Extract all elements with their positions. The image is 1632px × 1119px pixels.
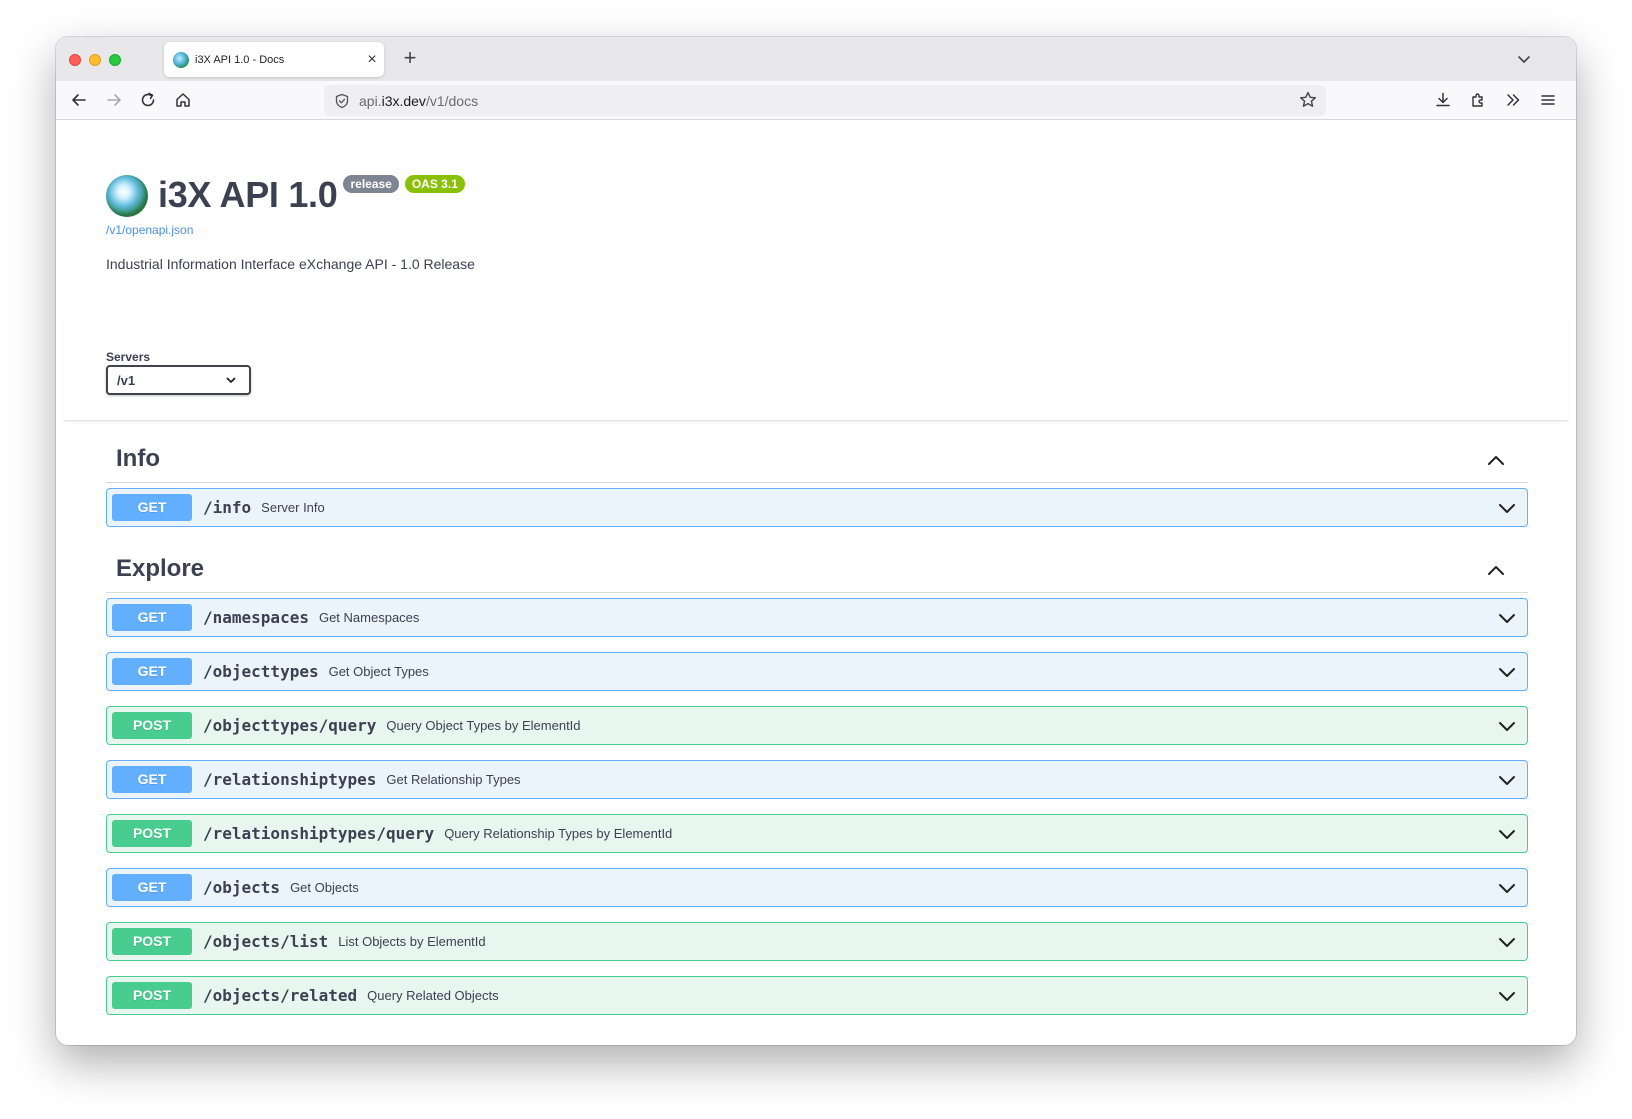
- operation-get-info[interactable]: GET /info Server Info: [106, 488, 1528, 527]
- api-info-header: i3X API 1.0 release OAS 3.1: [106, 173, 465, 217]
- chevron-up-icon[interactable]: [1486, 561, 1506, 581]
- minimize-window-button[interactable]: [89, 54, 101, 66]
- operation-summary: Get Objects: [290, 880, 359, 895]
- oas-badge: OAS 3.1: [404, 175, 465, 193]
- tab-strip: i3X API 1.0 - Docs × +: [56, 37, 1576, 81]
- api-title: i3X API 1.0: [158, 174, 338, 215]
- version-badge: release: [343, 175, 399, 193]
- chevron-down-icon[interactable]: [1497, 770, 1517, 790]
- address-bar[interactable]: api.i3x.dev/v1/docs: [324, 85, 1326, 116]
- method-badge: POST: [112, 928, 192, 955]
- browser-window: i3X API 1.0 - Docs × + api.i3x.dev/v1/do…: [56, 37, 1576, 1045]
- browser-tab-active[interactable]: i3X API 1.0 - Docs ×: [164, 42, 384, 77]
- url-path: /v1/docs: [425, 92, 479, 109]
- navigation-toolbar: api.i3x.dev/v1/docs: [56, 81, 1576, 120]
- openapi-spec-link[interactable]: /v1/openapi.json: [106, 223, 193, 237]
- section-header-explore[interactable]: Explore: [106, 547, 1528, 593]
- operation-get-objecttypes[interactable]: GET /objecttypes Get Object Types: [106, 652, 1528, 691]
- new-tab-button[interactable]: +: [398, 46, 422, 70]
- chevron-down-icon[interactable]: [1497, 878, 1517, 898]
- chevron-down-icon[interactable]: [1497, 932, 1517, 952]
- operation-get-objects[interactable]: GET /objects Get Objects: [106, 868, 1528, 907]
- operation-path: /objecttypes: [203, 662, 319, 681]
- section-explore: Explore GET /namespaces Get Namespaces G…: [106, 547, 1528, 1015]
- method-badge: POST: [112, 820, 192, 847]
- chevron-down-icon[interactable]: [1497, 824, 1517, 844]
- site-security-shield-icon[interactable]: [334, 93, 350, 109]
- operation-path: /relationshiptypes/query: [203, 824, 435, 843]
- operation-summary: Get Namespaces: [318, 610, 420, 625]
- chevron-down-icon[interactable]: [1497, 986, 1517, 1006]
- api-description: Industrial Information Interface eXchang…: [106, 256, 475, 272]
- operation-summary: Get Relationship Types: [386, 772, 521, 787]
- operation-post-objects-list[interactable]: POST /objects/list List Objects by Eleme…: [106, 922, 1528, 961]
- tab-close-icon[interactable]: ×: [360, 51, 384, 69]
- operation-summary: Query Object Types by ElementId: [386, 718, 581, 733]
- chevron-up-icon[interactable]: [1486, 451, 1506, 471]
- operation-path: /objects/list: [203, 932, 329, 951]
- section-title: Info: [116, 445, 160, 472]
- operation-get-relationshiptypes[interactable]: GET /relationshiptypes Get Relationship …: [106, 760, 1528, 799]
- operation-summary: Query Relationship Types by ElementId: [444, 826, 673, 841]
- chevron-down-icon[interactable]: [1497, 716, 1517, 736]
- reload-icon[interactable]: [137, 89, 159, 111]
- operation-summary: Get Object Types: [328, 664, 429, 679]
- operation-path: /relationshiptypes: [203, 770, 377, 789]
- section-title: Explore: [116, 555, 205, 582]
- operation-path: /info: [203, 498, 252, 517]
- menu-hamburger-icon[interactable]: [1537, 89, 1559, 111]
- operation-path: /objects: [203, 878, 281, 897]
- servers-label: Servers: [106, 350, 151, 364]
- operation-get-namespaces[interactable]: GET /namespaces Get Namespaces: [106, 598, 1528, 637]
- method-badge: POST: [112, 982, 192, 1009]
- method-badge: GET: [112, 494, 192, 521]
- forward-arrow-icon[interactable]: [103, 89, 125, 111]
- url-prefix: api.: [359, 92, 382, 109]
- section-header-info[interactable]: Info: [106, 437, 1528, 483]
- url-text[interactable]: api.i3x.dev/v1/docs: [359, 93, 478, 109]
- zoom-window-button[interactable]: [109, 54, 121, 66]
- chevron-down-icon[interactable]: [1497, 662, 1517, 682]
- chevron-down-icon[interactable]: [1497, 608, 1517, 628]
- chevron-down-icon: [226, 377, 236, 383]
- operation-summary: Query Related Objects: [367, 988, 499, 1003]
- close-window-button[interactable]: [69, 54, 81, 66]
- method-badge: GET: [112, 604, 192, 631]
- operation-post-objecttypes-query[interactable]: POST /objecttypes/query Query Object Typ…: [106, 706, 1528, 745]
- operation-path: /objects/related: [203, 986, 358, 1005]
- section-info: Info GET /info Server Info: [106, 437, 1528, 527]
- method-badge: GET: [112, 874, 192, 901]
- chevron-down-icon[interactable]: [1497, 498, 1517, 518]
- home-icon[interactable]: [172, 89, 194, 111]
- back-arrow-icon[interactable]: [68, 89, 90, 111]
- operation-path: /namespaces: [203, 608, 309, 627]
- operation-post-objects-related[interactable]: POST /objects/related Query Related Obje…: [106, 976, 1528, 1015]
- servers-select[interactable]: /v1: [106, 365, 251, 395]
- operation-post-relationshiptypes-query[interactable]: POST /relationshiptypes/query Query Rela…: [106, 814, 1528, 853]
- servers-panel: Servers /v1: [64, 317, 1568, 421]
- method-badge: GET: [112, 658, 192, 685]
- servers-selected-value: /v1: [117, 372, 136, 388]
- extensions-icon[interactable]: [1467, 89, 1489, 111]
- operation-summary: List Objects by ElementId: [338, 934, 486, 949]
- list-all-tabs-icon[interactable]: [1514, 49, 1534, 69]
- operation-summary: Server Info: [261, 500, 325, 515]
- site-favicon-icon: [173, 51, 189, 68]
- swagger-page: i3X API 1.0 release OAS 3.1 /v1/openapi.…: [56, 121, 1576, 1045]
- method-badge: POST: [112, 712, 192, 739]
- more-tools-chevrons-icon[interactable]: [1502, 89, 1524, 111]
- method-badge: GET: [112, 766, 192, 793]
- operation-path: /objecttypes/query: [203, 716, 377, 735]
- i3x-logo-icon: [106, 175, 148, 217]
- tab-title: i3X API 1.0 - Docs: [195, 53, 285, 66]
- url-host: i3x.dev: [381, 92, 426, 109]
- bookmark-star-icon[interactable]: [1298, 90, 1318, 115]
- downloads-icon[interactable]: [1432, 89, 1454, 111]
